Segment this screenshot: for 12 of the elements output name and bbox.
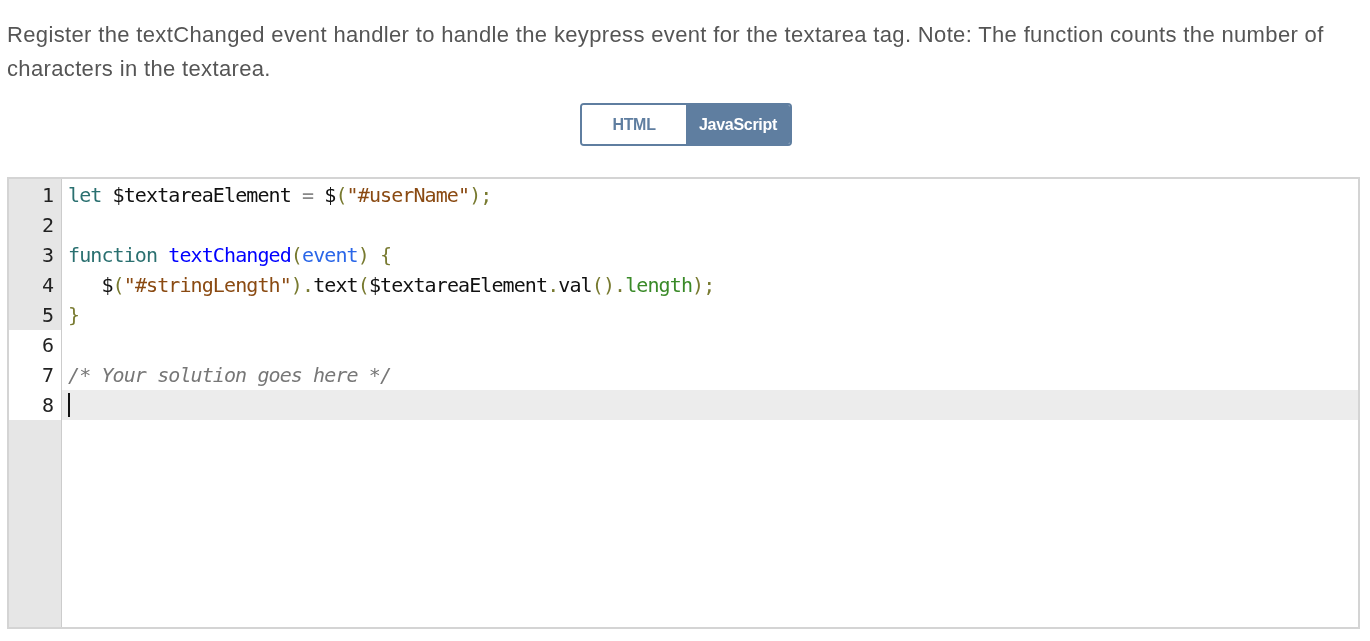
code-line: $("#stringLength").text($textareaElement.val().length); [100, 272, 715, 299]
code-line: let $textareaElement = $("#userName"); [68, 182, 492, 209]
line-number: 6 [9, 330, 61, 360]
code-line: /* Your solution goes here */ [68, 362, 392, 389]
code-line: function textChanged(event) { [68, 242, 392, 269]
line-number: 7 [9, 360, 61, 390]
code-line: } [68, 302, 80, 329]
line-number: 8 [9, 390, 61, 420]
instructions-text: Register the textChanged event handler to handle the keypress event for the textarea tag. Note: The function counts the number of characters in the textarea. [7, 21, 1325, 83]
tab[interactable]: JavaScript [686, 105, 790, 144]
code-editor[interactable]: 1 2 3 4 5 6 7 8 let $textareaElement = $("#userName"); function textChanged(event) { $("#stringLength").text($textareaElement.val().length); } /* Your solution goes here */ [7, 177, 1360, 629]
text-cursor [68, 393, 70, 417]
